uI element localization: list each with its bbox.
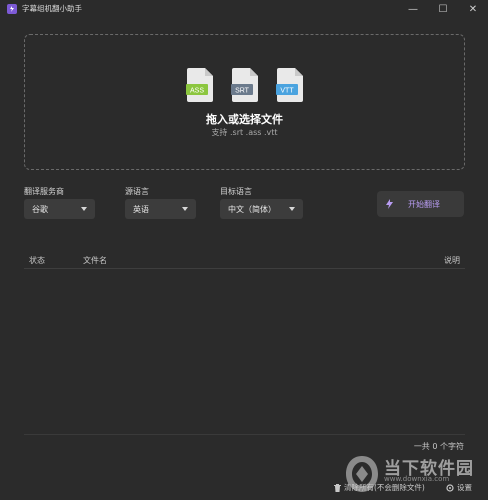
service-label: 翻译服务商 bbox=[24, 187, 64, 196]
start-translation-button[interactable]: 开始翻译 bbox=[377, 191, 464, 217]
srt-file-icon: SRT bbox=[231, 68, 258, 102]
close-icon: ✕ bbox=[468, 3, 478, 15]
ass-file-icon: ASS bbox=[186, 68, 213, 102]
target-language-label: 目标语言 bbox=[220, 187, 252, 196]
target-language-select[interactable]: 中文（简体） bbox=[220, 199, 303, 219]
maximize-icon: ☐ bbox=[438, 3, 448, 15]
vtt-file-icon: VTT bbox=[276, 68, 303, 102]
vtt-label: VTT bbox=[280, 88, 294, 95]
service-select[interactable]: 谷歌 bbox=[24, 199, 95, 219]
source-language-value: 英语 bbox=[133, 205, 149, 214]
lightning-icon bbox=[386, 199, 393, 209]
close-button[interactable]: ✕ bbox=[458, 0, 488, 18]
column-note: 说明 bbox=[444, 256, 460, 265]
start-translation-label: 开始翻译 bbox=[408, 200, 440, 209]
app-logo-icon bbox=[7, 4, 17, 14]
chevron-down-icon bbox=[289, 207, 295, 211]
maximize-button[interactable]: ☐ bbox=[428, 0, 458, 18]
settings-label: 设置 bbox=[457, 483, 472, 492]
character-count: 一共 0 个字符 bbox=[413, 442, 464, 451]
title-bar: 字幕组机翻小助手 — ☐ ✕ bbox=[0, 0, 488, 18]
target-language-value: 中文（简体） bbox=[228, 205, 276, 214]
source-language-label: 源语言 bbox=[125, 187, 149, 196]
trash-icon bbox=[334, 483, 341, 492]
window-title: 字幕组机翻小助手 bbox=[22, 4, 82, 13]
column-status: 状态 bbox=[29, 256, 45, 265]
settings-button[interactable]: 设置 bbox=[446, 482, 472, 493]
source-language-select[interactable]: 英语 bbox=[125, 199, 196, 219]
gear-icon bbox=[446, 483, 454, 492]
chevron-down-icon bbox=[81, 207, 87, 211]
clear-all-label: 清除所有(不会删除文件) bbox=[344, 483, 425, 492]
drop-zone-subtitle: 支持 .srt .ass .vtt bbox=[211, 128, 278, 137]
footer-divider bbox=[24, 434, 465, 435]
clear-all-button[interactable]: 清除所有(不会删除文件) bbox=[334, 482, 425, 493]
table-header-divider bbox=[24, 268, 465, 269]
minimize-button[interactable]: — bbox=[398, 0, 428, 18]
drop-zone-title: 拖入或选择文件 bbox=[206, 113, 283, 126]
file-drop-zone[interactable]: ASS SRT VTT 拖入或选择文件 支持 .srt .ass .vtt bbox=[24, 34, 465, 170]
srt-label: SRT bbox=[235, 88, 250, 95]
service-value: 谷歌 bbox=[32, 205, 48, 214]
ass-label: ASS bbox=[190, 88, 204, 95]
column-filename: 文件名 bbox=[83, 256, 107, 265]
minimize-icon: — bbox=[408, 3, 418, 15]
chevron-down-icon bbox=[182, 207, 188, 211]
